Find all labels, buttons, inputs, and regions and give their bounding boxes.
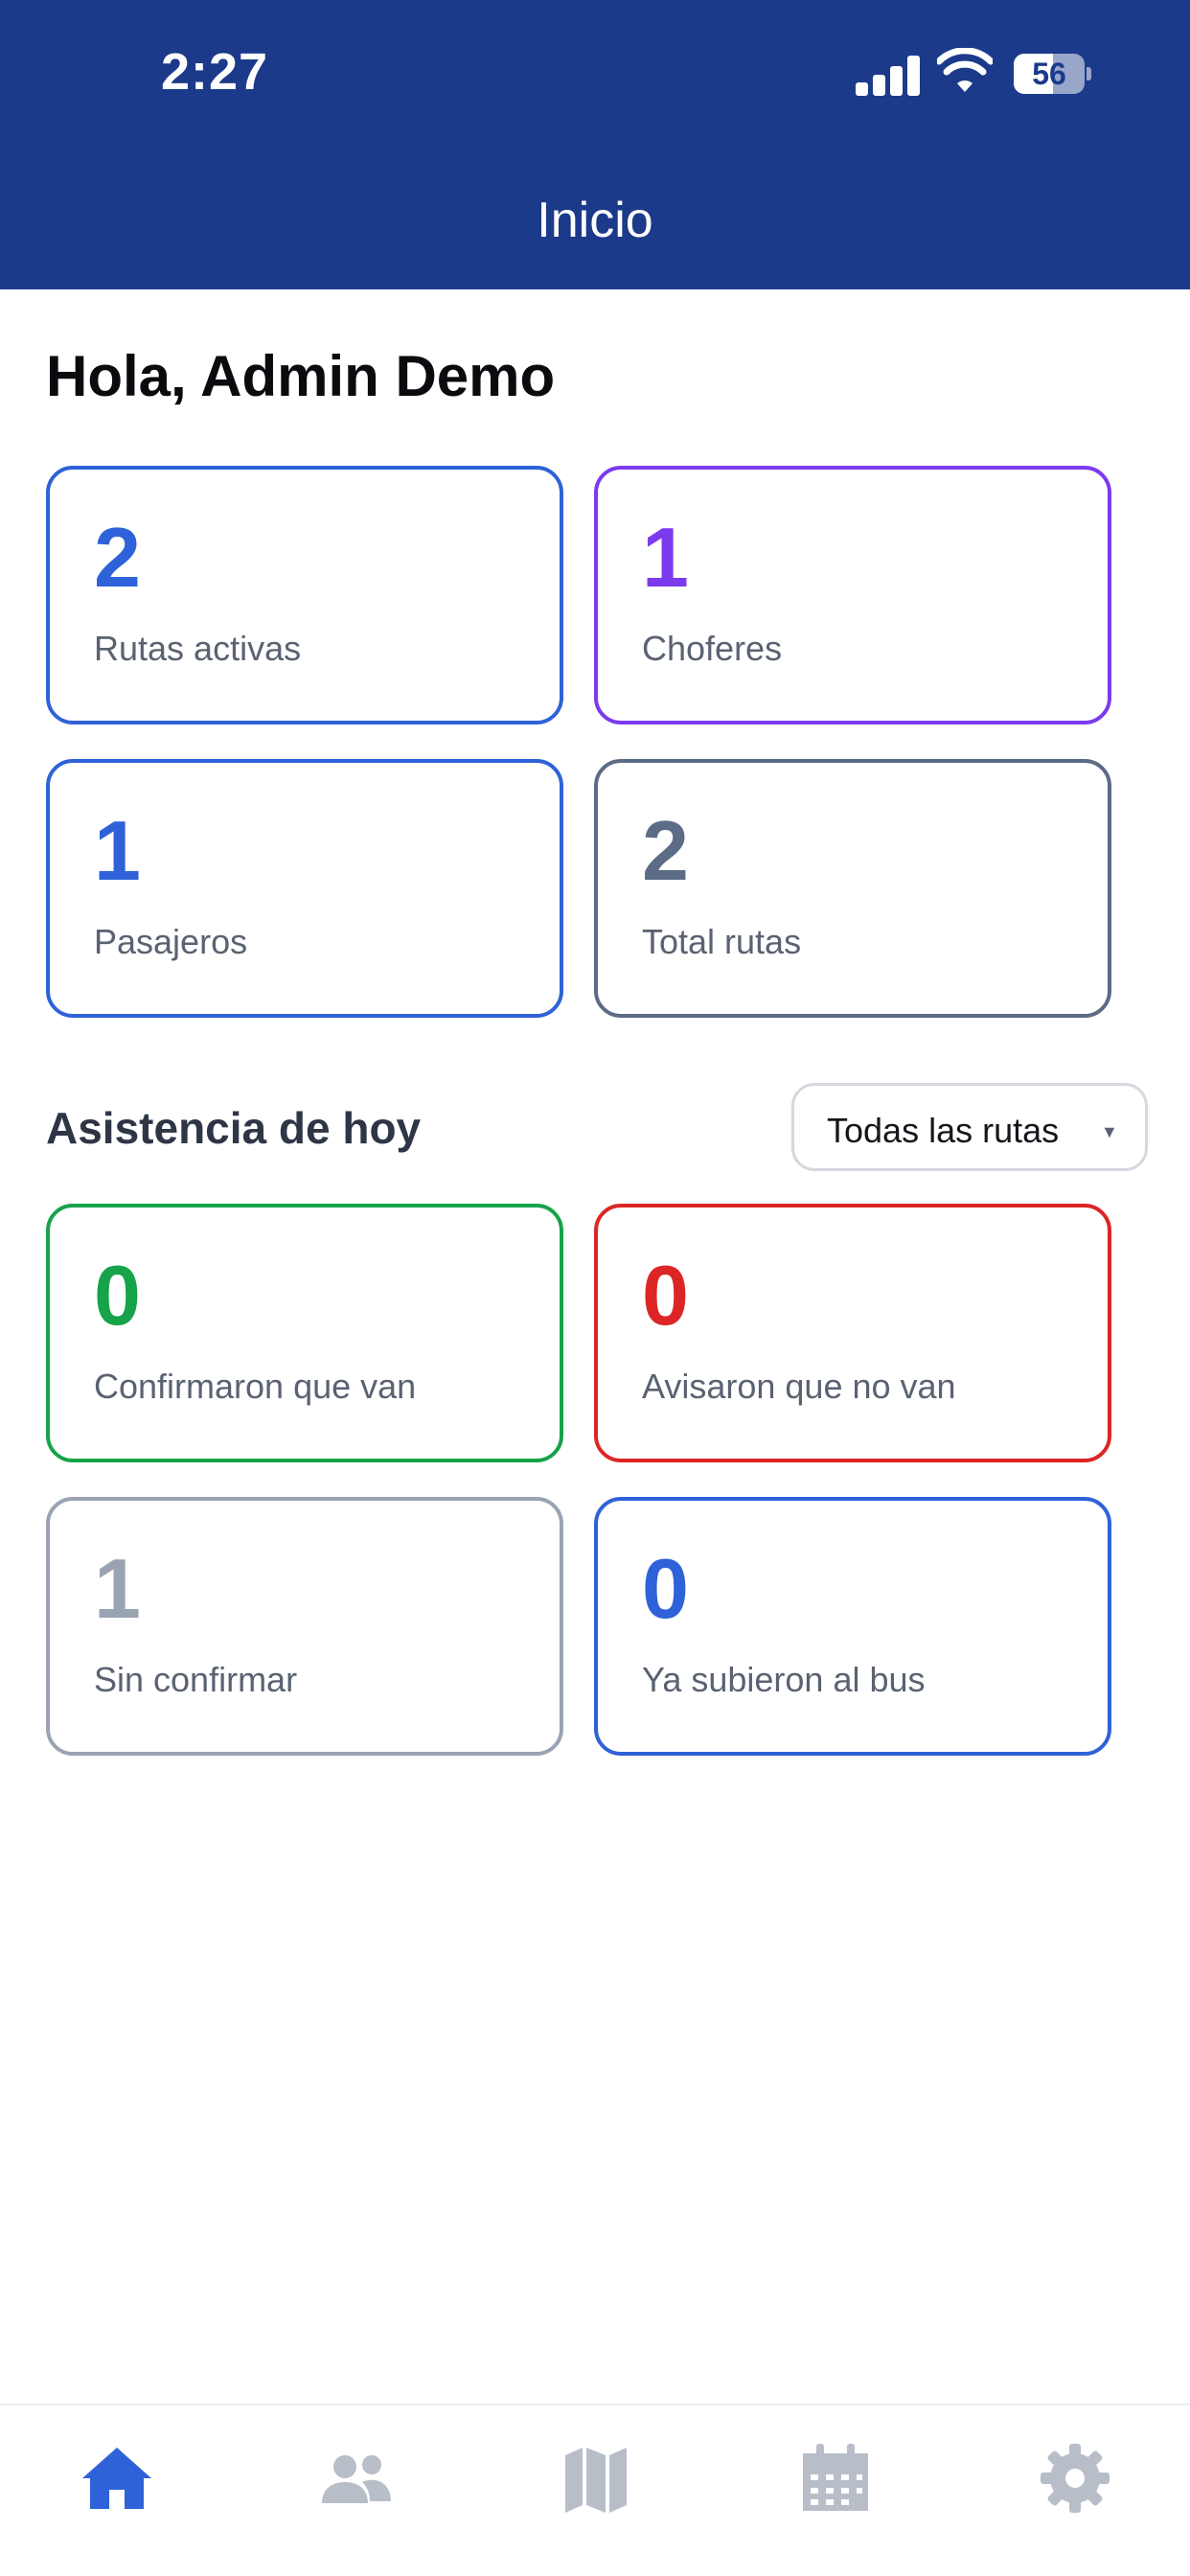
home-icon bbox=[82, 2448, 151, 2509]
stat-value: 0 bbox=[94, 1248, 141, 1343]
attendance-card-confirmed[interactable]: 0 Confirmaron que van bbox=[46, 1204, 563, 1462]
gear-icon bbox=[1041, 2444, 1110, 2513]
stat-value: 0 bbox=[642, 1248, 689, 1343]
attendance-card-boarded[interactable]: 0 Ya subieron al bus bbox=[594, 1497, 1111, 1756]
tab-calendar[interactable] bbox=[797, 2440, 874, 2517]
tab-home[interactable] bbox=[79, 2440, 155, 2517]
stat-value: 1 bbox=[642, 510, 689, 605]
greeting: Hola, Admin Demo bbox=[46, 344, 556, 408]
stat-card-passengers[interactable]: 1 Pasajeros bbox=[46, 759, 563, 1018]
stat-label: Confirmaron que van bbox=[94, 1367, 417, 1406]
stat-label: Total rutas bbox=[642, 922, 802, 961]
stat-label: Pasajeros bbox=[94, 922, 248, 961]
stat-label: Sin confirmar bbox=[94, 1660, 298, 1699]
tab-settings[interactable] bbox=[1037, 2440, 1113, 2517]
caret-down-icon: ▼ bbox=[1101, 1122, 1118, 1141]
stat-card-drivers[interactable]: 1 Choferes bbox=[594, 466, 1111, 724]
status-time: 2:27 bbox=[161, 43, 269, 101]
stat-label: Avisaron que no van bbox=[642, 1367, 956, 1406]
stat-value: 2 bbox=[642, 803, 689, 898]
stat-label: Rutas activas bbox=[94, 629, 302, 668]
calendar-icon bbox=[803, 2444, 868, 2511]
attendance-card-unconfirmed[interactable]: 1 Sin confirmar bbox=[46, 1497, 563, 1756]
stat-card-active-routes[interactable]: 2 Rutas activas bbox=[46, 466, 563, 724]
app-header: 2:27 56 Inicio bbox=[0, 0, 1190, 289]
route-filter-dropdown[interactable]: Todas las rutas ▼ bbox=[791, 1083, 1148, 1171]
battery-icon: 56 bbox=[1014, 54, 1091, 94]
stat-value: 1 bbox=[94, 1541, 141, 1636]
stat-label: Ya subieron al bus bbox=[642, 1660, 926, 1699]
tab-passengers[interactable] bbox=[318, 2440, 395, 2517]
stat-value: 0 bbox=[642, 1541, 689, 1636]
stat-card-total-routes[interactable]: 2 Total rutas bbox=[594, 759, 1111, 1018]
stat-value: 1 bbox=[94, 803, 141, 898]
battery-level: 56 bbox=[1032, 57, 1066, 91]
map-icon bbox=[565, 2448, 627, 2513]
attendance-title: Asistencia de hoy bbox=[46, 1103, 422, 1153]
stat-value: 2 bbox=[94, 510, 141, 605]
cellular-signal-icon bbox=[856, 54, 921, 96]
tab-routes[interactable] bbox=[558, 2440, 634, 2517]
wifi-icon bbox=[937, 48, 993, 92]
route-filter-value: Todas las rutas bbox=[827, 1111, 1060, 1150]
users-icon bbox=[322, 2455, 391, 2503]
bottom-tab-bar bbox=[0, 2404, 1190, 2576]
page-title: Inicio bbox=[537, 193, 653, 248]
attendance-card-not-going[interactable]: 0 Avisaron que no van bbox=[594, 1204, 1111, 1462]
stat-label: Choferes bbox=[642, 629, 783, 668]
